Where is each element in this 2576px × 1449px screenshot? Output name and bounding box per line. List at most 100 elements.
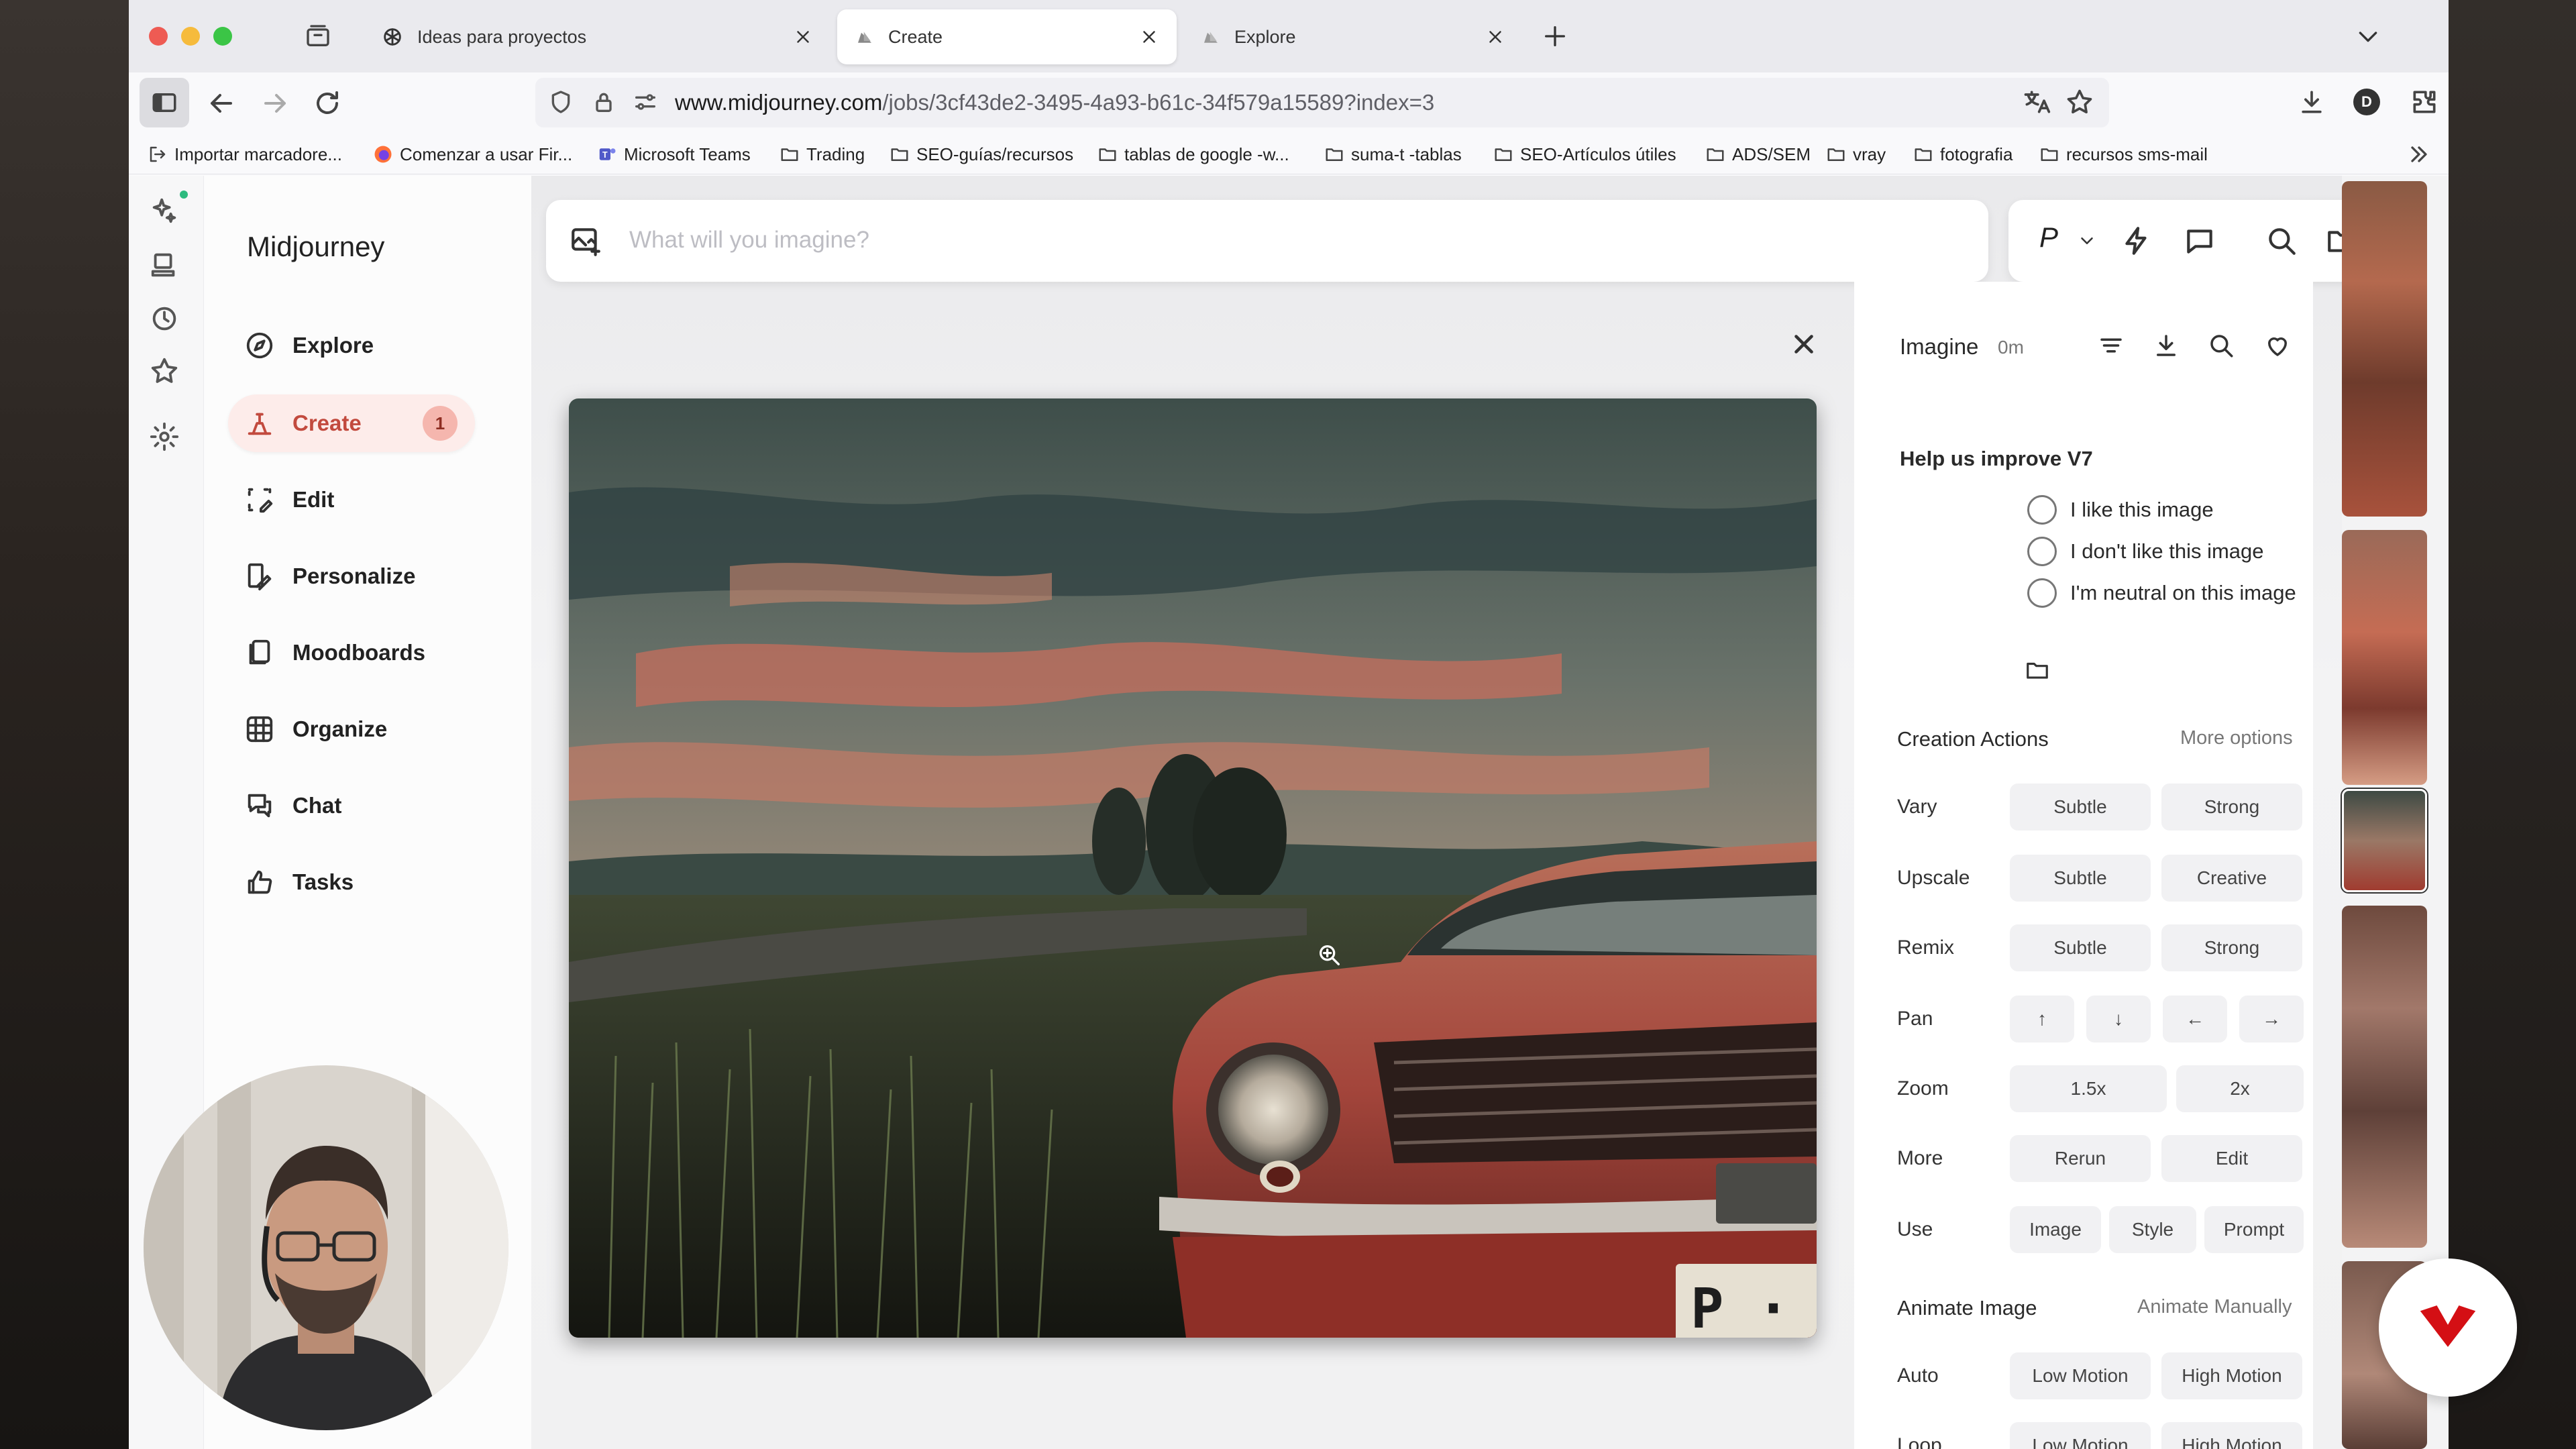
synced-devices-icon[interactable] <box>149 250 180 280</box>
tab-explore[interactable]: Explore <box>1183 9 1523 64</box>
bookmark-tablas-de-google[interactable]: tablas de google -w... <box>1097 142 1289 166</box>
download-icon[interactable] <box>2152 331 2180 360</box>
tab-ideas-para-proyectos[interactable]: Ideas para proyectos <box>364 9 830 64</box>
bookmark-trading[interactable]: Trading <box>780 142 865 166</box>
minimize-window-button[interactable] <box>181 27 200 46</box>
loop-high-motion-button[interactable]: High Motion <box>2161 1422 2302 1449</box>
rerun-button[interactable]: Rerun <box>2010 1135 2151 1182</box>
pan-right-button[interactable]: → <box>2239 996 2304 1042</box>
brand-logo-text[interactable]: Midjourney <box>247 231 384 263</box>
bookmark-label: SEO-guías/recursos <box>916 144 1074 164</box>
use-style-button[interactable]: Style <box>2109 1206 2196 1253</box>
chevron-down-icon[interactable] <box>2077 231 2097 251</box>
chat-square-icon[interactable] <box>2183 224 2216 258</box>
close-window-button[interactable] <box>149 27 168 46</box>
remix-subtle-button[interactable]: Subtle <box>2010 924 2151 971</box>
tab-create[interactable]: Create <box>837 9 1177 64</box>
forward-arrow-icon[interactable] <box>259 87 291 119</box>
settings-gear-icon[interactable] <box>149 421 180 452</box>
ai-sparkle-icon[interactable] <box>149 195 180 225</box>
radio-neutral-image[interactable] <box>2027 578 2057 608</box>
zoom-1-5x-button[interactable]: 1.5x <box>2010 1065 2167 1112</box>
sidebar-item-tasks[interactable]: Tasks <box>228 853 475 911</box>
auto-high-motion-button[interactable]: High Motion <box>2161 1352 2302 1399</box>
back-arrow-icon[interactable] <box>205 87 237 119</box>
sidebar-item-moodboards[interactable]: Moodboards <box>228 624 475 682</box>
zoom-2x-button[interactable]: 2x <box>2176 1065 2304 1112</box>
bookmark-comenzar-firefox[interactable]: Comenzar a usar Fir... <box>373 142 572 166</box>
animate-manually-link[interactable]: Animate Manually <box>2137 1296 2292 1318</box>
like-heart-icon[interactable] <box>2263 331 2292 360</box>
extensions-puzzle-icon[interactable] <box>2410 87 2439 117</box>
remix-strong-button[interactable]: Strong <box>2161 924 2302 971</box>
downloads-icon[interactable] <box>2297 87 2326 117</box>
bookmark-recursos-sms-mail[interactable]: recursos sms-mail <box>2039 142 2208 166</box>
more-bookmarks-chevron-icon[interactable] <box>2406 141 2432 168</box>
tracking-protection-shield-icon[interactable] <box>547 89 574 117</box>
sidebar-toggle-button[interactable] <box>140 78 189 127</box>
menu-lines-icon[interactable] <box>2097 331 2125 360</box>
search-icon[interactable] <box>2207 331 2235 360</box>
pan-up-button[interactable]: ↑ <box>2010 996 2074 1042</box>
close-tab-icon[interactable] <box>1485 27 1505 47</box>
lightning-icon[interactable] <box>2120 224 2153 258</box>
sidebar-item-organize[interactable]: Organize <box>228 700 475 758</box>
bookmark-suma-t-tablas[interactable]: suma-t -tablas <box>1324 142 1462 166</box>
new-tab-icon[interactable] <box>1542 23 1568 50</box>
vary-strong-button[interactable]: Strong <box>2161 784 2302 830</box>
thumbnail-image[interactable] <box>2342 181 2427 517</box>
auto-low-motion-button[interactable]: Low Motion <box>2010 1352 2151 1399</box>
generated-image[interactable]: P · 86 <box>569 398 1817 1338</box>
translate-icon[interactable] <box>2022 87 2051 117</box>
use-prompt-button[interactable]: Prompt <box>2204 1206 2304 1253</box>
bookmark-vray[interactable]: vray <box>1826 142 1886 166</box>
thumbnail-image[interactable] <box>2342 906 2427 1248</box>
upscale-creative-button[interactable]: Creative <box>2161 855 2302 902</box>
use-image-button[interactable]: Image <box>2010 1206 2101 1253</box>
folder-icon <box>1326 148 1343 161</box>
close-tab-icon[interactable] <box>1139 27 1159 47</box>
sidebar-item-chat[interactable]: Chat <box>228 777 475 835</box>
search-icon[interactable] <box>2265 224 2298 258</box>
edit-button[interactable]: Edit <box>2161 1135 2302 1182</box>
profile-avatar[interactable]: D <box>2353 89 2380 115</box>
radio-like-image[interactable] <box>2027 495 2057 525</box>
thumbnail-image[interactable] <box>2342 530 2427 785</box>
lock-icon[interactable] <box>590 89 617 117</box>
pan-down-button[interactable]: ↓ <box>2086 996 2151 1042</box>
loop-low-motion-button[interactable]: Low Motion <box>2010 1422 2151 1449</box>
site-permissions-icon[interactable] <box>632 89 659 117</box>
bookmark-fotografia[interactable]: fotografia <box>1913 142 2012 166</box>
prompt-input[interactable]: What will you imagine? <box>629 227 869 254</box>
sidebar-item-personalize[interactable]: Personalize <box>228 547 475 605</box>
reload-icon[interactable] <box>311 87 343 119</box>
add-image-icon[interactable] <box>569 224 602 258</box>
pan-left-button[interactable]: ← <box>2163 996 2227 1042</box>
close-viewer-icon[interactable] <box>1788 329 1819 360</box>
bookmark-microsoft-teams[interactable]: T Microsoft Teams <box>597 142 751 166</box>
thumbnail-image-selected[interactable] <box>2342 789 2427 892</box>
sidebar-item-edit[interactable]: Edit <box>228 471 475 529</box>
bookmark-importar-marcadores[interactable]: Importar marcadore... <box>148 142 342 166</box>
upscale-subtle-button[interactable]: Subtle <box>2010 855 2151 902</box>
folder-icon[interactable] <box>2025 657 2050 683</box>
radio-dislike-image[interactable] <box>2027 537 2057 566</box>
personalization-profile-button[interactable]: P <box>2039 221 2058 254</box>
close-tab-icon[interactable] <box>793 27 813 47</box>
bookmark-star-icon[interactable] <box>2065 87 2094 117</box>
url-text[interactable]: www.midjourney.com/jobs/3cf43de2-3495-4a… <box>675 90 1434 115</box>
row-label-auto: Auto <box>1897 1364 1939 1387</box>
tab-list-chevron-icon[interactable] <box>2355 23 2381 50</box>
vary-subtle-button[interactable]: Subtle <box>2010 784 2151 830</box>
sidebar-item-explore[interactable]: Explore <box>228 317 475 374</box>
sidebar-item-create[interactable]: Create 1 <box>228 394 475 452</box>
more-options-link[interactable]: More options <box>2180 727 2293 749</box>
maximize-window-button[interactable] <box>213 27 232 46</box>
tab-overview-icon[interactable] <box>305 23 331 50</box>
bookmark-ads-sem[interactable]: ADS/SEM <box>1705 142 1811 166</box>
history-clock-icon[interactable] <box>149 303 180 334</box>
feedback-title: Help us improve V7 <box>1900 447 2093 470</box>
bookmarks-star-icon[interactable] <box>149 356 180 386</box>
bookmark-seo-guias[interactable]: SEO-guías/recursos <box>890 142 1073 166</box>
bookmark-seo-articulos[interactable]: SEO-Artículos útiles <box>1493 142 1676 166</box>
